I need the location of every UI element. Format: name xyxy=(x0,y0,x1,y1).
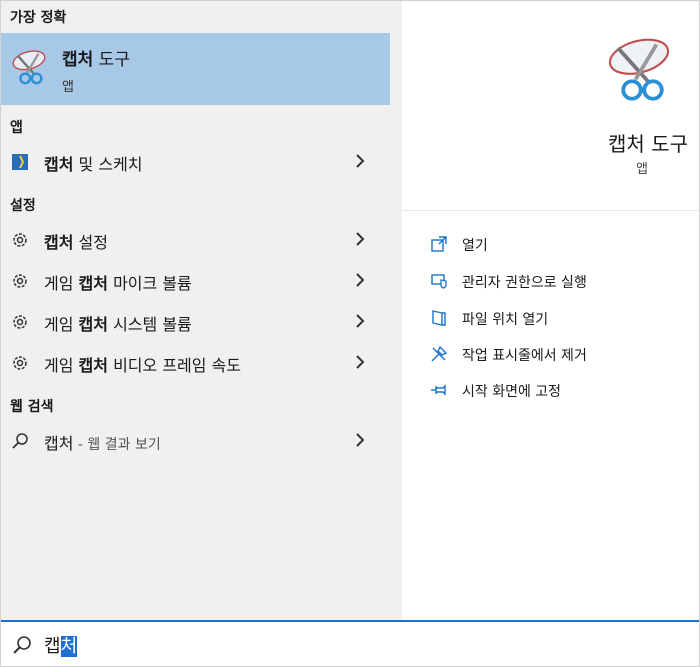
chevron-right-icon[interactable] xyxy=(354,353,366,371)
best-match-title: 캡처 도구 xyxy=(62,50,130,70)
action-label: 관리자 권한으로 실행 xyxy=(462,275,587,291)
search-input[interactable]: 캡처 xyxy=(44,632,78,658)
search-icon xyxy=(13,636,31,654)
search-selection: 처 xyxy=(60,636,78,657)
settings-item-mic-volume[interactable]: 게임 캡처 마이크 볼륨 xyxy=(0,261,390,301)
search-box[interactable]: 캡처 xyxy=(0,620,700,667)
shield-icon xyxy=(431,274,447,289)
gear-icon xyxy=(13,315,27,329)
settings-item-system-volume[interactable]: 게임 캡처 시스템 볼륨 xyxy=(0,302,390,342)
chevron-right-icon[interactable] xyxy=(354,152,366,170)
pin-icon xyxy=(431,384,446,396)
action-open[interactable]: 열기 xyxy=(430,230,690,260)
results-panel: 가장 정확 캡처 도구 앱 앱 캡처 및 스케치 설정 캡처 설정 게임 캡처 … xyxy=(0,0,390,620)
settings-item-label: 게임 캡처 비디오 프레임 속도 xyxy=(44,356,242,375)
open-icon xyxy=(431,236,447,252)
settings-item-label: 캡처 설정 xyxy=(44,233,108,252)
action-label: 열기 xyxy=(462,238,488,254)
apps-header: 앱 xyxy=(10,120,23,136)
preview-subtitle: 앱 xyxy=(636,162,648,177)
chevron-right-icon[interactable] xyxy=(354,230,366,248)
search-icon xyxy=(12,433,28,449)
snipping-tool-icon xyxy=(608,38,670,101)
chevron-right-icon[interactable] xyxy=(354,312,366,330)
action-open-file-location[interactable]: 파일 위치 열기 xyxy=(430,304,690,334)
gear-icon xyxy=(13,274,27,288)
gear-icon xyxy=(13,233,27,247)
best-match-header: 가장 정확 xyxy=(10,10,67,26)
web-search-item[interactable]: 캡처 - 웹 결과 보기 xyxy=(0,421,390,461)
preview-panel: 캡처 도구 앱 열기 관리자 권한으로 실행 파일 위치 열기 작업 표시줄에서… xyxy=(402,0,700,620)
chevron-right-icon[interactable] xyxy=(354,431,366,449)
action-unpin-taskbar[interactable]: 작업 표시줄에서 제거 xyxy=(430,340,690,370)
settings-item-capture[interactable]: 캡처 설정 xyxy=(0,220,390,260)
settings-item-label: 게임 캡처 시스템 볼륨 xyxy=(44,315,192,334)
action-run-as-admin[interactable]: 관리자 권한으로 실행 xyxy=(430,267,690,297)
action-label: 시작 화면에 고정 xyxy=(462,384,562,400)
search-window: 가장 정확 캡처 도구 앱 앱 캡처 및 스케치 설정 캡처 설정 게임 캡처 … xyxy=(0,0,700,667)
preview-title: 캡처 도구 xyxy=(608,132,688,156)
best-match-item[interactable]: 캡처 도구 앱 xyxy=(0,33,390,105)
settings-header: 설정 xyxy=(10,198,36,214)
file-location-icon xyxy=(432,310,446,326)
action-pin-start[interactable]: 시작 화면에 고정 xyxy=(430,376,690,406)
panel-gutter xyxy=(390,0,402,620)
app-item-label: 캡처 및 스케치 xyxy=(44,155,143,174)
web-search-header: 웹 검색 xyxy=(10,399,54,415)
snipping-tool-icon xyxy=(12,50,46,85)
action-label: 작업 표시줄에서 제거 xyxy=(462,348,587,364)
snip-sketch-icon xyxy=(12,154,28,170)
best-match-subtitle: 앱 xyxy=(62,80,74,95)
settings-item-label: 게임 캡처 마이크 볼륨 xyxy=(44,274,192,293)
action-label: 파일 위치 열기 xyxy=(462,312,549,328)
gear-icon xyxy=(13,356,27,370)
app-item-snip-sketch[interactable]: 캡처 및 스케치 xyxy=(0,142,390,182)
unpin-icon xyxy=(431,345,448,362)
web-search-label: 캡처 - 웹 결과 보기 xyxy=(44,434,161,453)
chevron-right-icon[interactable] xyxy=(354,271,366,289)
preview-divider xyxy=(402,210,700,211)
settings-item-video-framerate[interactable]: 게임 캡처 비디오 프레임 속도 xyxy=(0,343,390,383)
